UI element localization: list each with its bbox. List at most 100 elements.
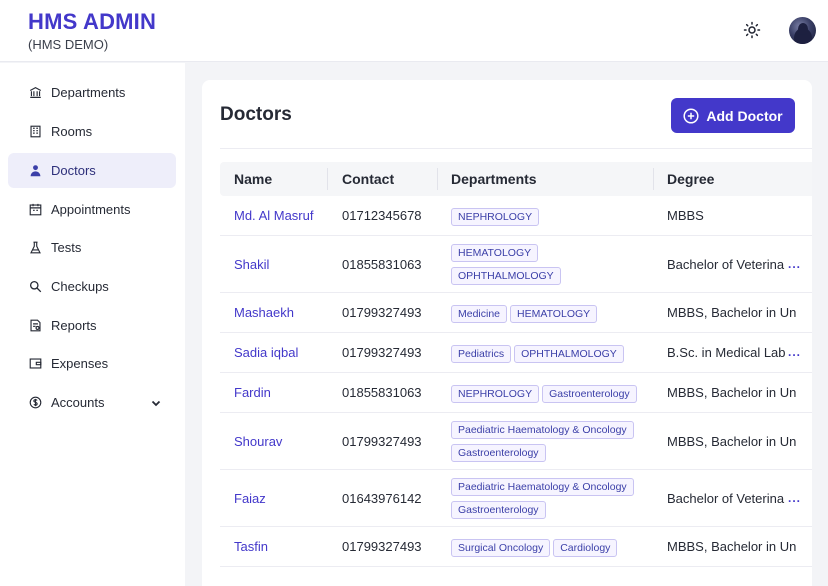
doctor-name-link[interactable]: Fardin [234, 385, 271, 400]
department-tag: HEMATOLOGY [451, 244, 539, 262]
department-tag: Medicine [451, 305, 508, 323]
department-tag-line: Paediatric Haematology & Oncology [451, 477, 651, 496]
doctor-contact: 01799327493 [342, 539, 422, 554]
sun-icon [743, 21, 761, 39]
wallet-icon [28, 357, 42, 371]
flask-icon [28, 241, 42, 255]
doctor-degree: MBBS, Bachelor in Un [667, 433, 797, 449]
page-title: Doctors [220, 104, 292, 125]
doctor-name-link[interactable]: Shakil [234, 257, 269, 272]
doctor-contact: 01855831063 [342, 385, 422, 400]
department-tag-line: NEPHROLOGY Gastroenterology [451, 384, 651, 403]
doctors-table: Name Contact Departments Degree Md. Al M… [220, 162, 812, 567]
app-subtitle: (HMS DEMO) [28, 37, 109, 52]
table-row[interactable]: Faiaz 01643976142 Paediatric Haematology &… [220, 470, 812, 527]
doctor-departments: HEMATOLOGY OPHTHALMOLOGY [451, 243, 651, 289]
table-row[interactable]: Shakil 01855831063 HEMATOLOGY OPHTHALMOLOGY… [220, 236, 812, 293]
table-row[interactable]: Fardin 01855831063 NEPHROLOGY Gastroenterol… [220, 373, 812, 413]
doctor-departments: NEPHROLOGY [451, 207, 651, 230]
top-header: HMS ADMIN (HMS DEMO) [0, 0, 828, 62]
sidebar-item-label: Accounts [51, 395, 105, 410]
sidebar-item-label: Tests [51, 240, 82, 255]
sidebar-item-tests[interactable]: Tests [8, 230, 176, 265]
sidebar-item-reports[interactable]: Reports [8, 308, 176, 343]
chevron-down-icon[interactable] [150, 396, 162, 414]
column-header-departments[interactable]: Departments [451, 171, 537, 187]
sidebar-item-accounts[interactable]: Accounts [8, 385, 176, 420]
divider [220, 148, 812, 149]
department-tag-line: Gastroenterology [451, 500, 651, 519]
sidebar-item-label: Appointments [51, 202, 131, 217]
department-tag: Paediatric Haematology & Oncology [451, 421, 634, 439]
column-divider [437, 168, 438, 190]
department-tag-line: NEPHROLOGY [451, 207, 651, 226]
doctor-degree: MBBS, Bachelor in Un [667, 385, 797, 400]
doctors-card: Doctors Add Doctor Name Contact Departme… [202, 80, 812, 586]
doctor-departments: Pediatrics OPHTHALMOLOGY [451, 344, 651, 367]
sidebar-item-label: Departments [51, 85, 126, 100]
doctor-name-link[interactable]: Md. Al Masruf [234, 208, 313, 223]
department-tag: Pediatrics [451, 345, 512, 363]
building-icon [28, 125, 42, 139]
table-header: Name Contact Departments Degree [220, 162, 812, 196]
add-doctor-button[interactable]: Add Doctor [671, 98, 795, 133]
department-tag: Gastroenterology [451, 501, 546, 519]
table-row[interactable]: Md. Al Masruf 01712345678 NEPHROLOGY MBBS [220, 196, 812, 236]
column-header-name[interactable]: Name [234, 171, 272, 187]
table-row[interactable]: Tasfin 01799327493 Surgical Oncology Cardio… [220, 527, 812, 567]
department-tag-line: Surgical Oncology Cardiology [451, 538, 651, 557]
column-header-contact[interactable]: Contact [342, 171, 394, 187]
sidebar-item-label: Doctors [51, 163, 96, 178]
department-tag-line: Paediatric Haematology & Oncology [451, 420, 651, 439]
doctor-contact: 01799327493 [342, 345, 422, 360]
department-tag-line: HEMATOLOGY [451, 243, 651, 262]
sidebar-item-label: Checkups [51, 279, 109, 294]
doctor-departments: NEPHROLOGY Gastroenterology [451, 384, 651, 407]
table-body: Md. Al Masruf 01712345678 NEPHROLOGY MBBS Sh… [220, 196, 812, 567]
doctor-name-link[interactable]: Tasfin [234, 539, 268, 554]
department-tag: Gastroenterology [451, 444, 546, 462]
column-divider [653, 168, 654, 190]
doctor-departments: Paediatric Haematology & Oncology Gastroe… [451, 420, 651, 466]
sidebar-item-label: Expenses [51, 356, 109, 371]
department-tag-line: OPHTHALMOLOGY [451, 266, 651, 285]
more-degrees-icon[interactable]: ... [788, 491, 801, 505]
department-tag-line: Gastroenterology [451, 443, 651, 462]
sidebar-item-label: Reports [51, 318, 97, 333]
doctor-name-link[interactable]: Mashaekh [234, 305, 294, 320]
sidebar-item-doctors[interactable]: Doctors [8, 153, 176, 188]
doctor-name-link[interactable]: Faiaz [234, 491, 266, 506]
calendar-icon [28, 203, 42, 217]
sidebar: Departments Rooms Doctors Appointments T… [0, 63, 185, 586]
department-tag: Cardiology [553, 539, 618, 557]
sidebar-item-expenses[interactable]: Expenses [8, 346, 176, 381]
department-tag-line: Medicine HEMATOLOGY [451, 304, 651, 323]
doctor-degree: MBBS, Bachelor in Un [667, 539, 797, 554]
sidebar-item-checkups[interactable]: Checkups [8, 269, 176, 304]
department-tag: Paediatric Haematology & Oncology [451, 478, 634, 496]
dollar-icon [28, 396, 42, 410]
column-divider [327, 168, 328, 190]
theme-toggle-button[interactable] [740, 18, 764, 42]
doctor-contact: 01799327493 [342, 433, 422, 449]
more-degrees-icon[interactable]: ... [788, 257, 801, 271]
doctor-name-link[interactable]: Shourav [234, 434, 282, 449]
column-header-degree[interactable]: Degree [667, 171, 714, 187]
doctor-contact: 01799327493 [342, 305, 422, 320]
sidebar-item-departments[interactable]: Departments [8, 75, 176, 110]
sidebar-item-appointments[interactable]: Appointments [8, 192, 176, 227]
doctor-name-link[interactable]: Sadia iqbal [234, 345, 298, 360]
doctor-contact: 01855831063 [342, 256, 422, 272]
doctor-departments: Medicine HEMATOLOGY [451, 304, 651, 327]
table-row[interactable]: Sadia iqbal 01799327493 Pediatrics OPHTHALM… [220, 333, 812, 373]
avatar[interactable] [789, 17, 816, 44]
sidebar-item-rooms[interactable]: Rooms [8, 114, 176, 149]
department-tag: NEPHROLOGY [451, 208, 540, 226]
plus-circle-icon [683, 107, 699, 124]
table-row[interactable]: Shourav 01799327493 Paediatric Haematology… [220, 413, 812, 470]
report-icon [28, 319, 42, 333]
app-title: HMS ADMIN [28, 9, 157, 34]
doctor-degree: MBBS, Bachelor in Un [667, 305, 797, 320]
more-degrees-icon[interactable]: ... [788, 345, 801, 359]
table-row[interactable]: Mashaekh 01799327493 Medicine HEMATOLOGY MBB… [220, 293, 812, 333]
